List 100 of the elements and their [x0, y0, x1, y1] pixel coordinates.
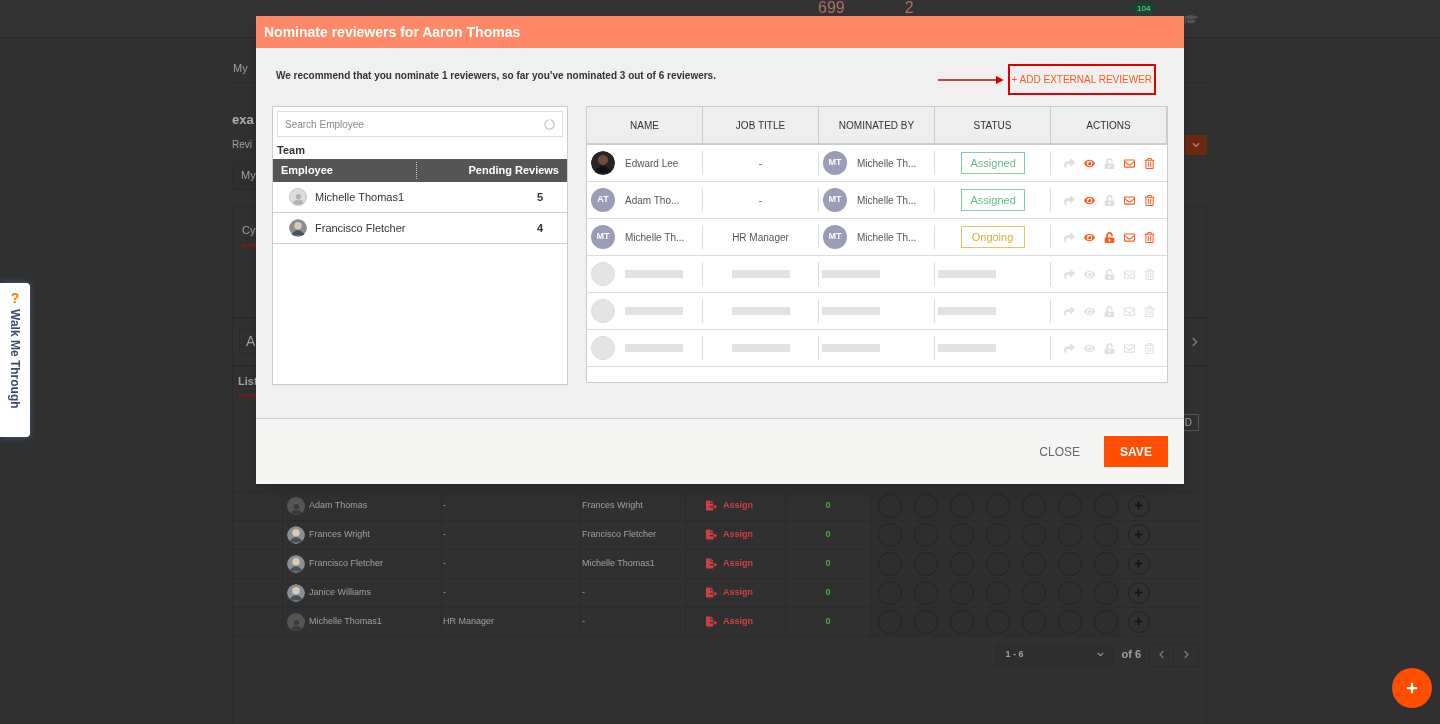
- count: 0: [825, 556, 831, 570]
- recommendation-text: We recommend that you nominate 1 reviewers, so far you’ve nominated 3 out of 6 reviewers.: [276, 69, 716, 83]
- mail-icon[interactable]: [1123, 194, 1135, 206]
- placeholder-bar: [938, 344, 996, 352]
- assign-link[interactable]: Assign: [723, 585, 753, 600]
- initials-avatar: AT: [591, 188, 615, 212]
- search-input[interactable]: Search Employee: [285, 116, 544, 132]
- plus-icon: [1134, 559, 1143, 568]
- placeholder-bar: [625, 307, 683, 315]
- chevron-down-icon: [1097, 651, 1105, 658]
- plus-icon: [1134, 530, 1143, 539]
- trash-icon[interactable]: [1143, 231, 1155, 243]
- page-range-select[interactable]: 1 - 6: [996, 643, 1114, 666]
- placeholder-bar: [731, 344, 790, 352]
- employee-name: Frances Wright: [309, 527, 370, 541]
- unlock-icon: [1103, 342, 1115, 354]
- trash-icon: [1143, 305, 1155, 317]
- placeholder-avatar: [591, 336, 615, 360]
- unlock-icon[interactable]: [1103, 231, 1115, 243]
- dropdown-button[interactable]: [1185, 135, 1207, 155]
- eye-icon[interactable]: [1083, 157, 1095, 169]
- placeholder-bar: [822, 270, 880, 278]
- trash-icon[interactable]: [1143, 157, 1155, 169]
- column-header: Pending Reviews: [467, 163, 559, 179]
- reviewer-name: Francisco Fletcher: [582, 527, 657, 541]
- placeholder-bar: [938, 307, 996, 315]
- forward-icon: [1063, 268, 1075, 280]
- placeholder-bar: [822, 307, 880, 315]
- chevron-right-icon: [1190, 336, 1200, 347]
- column-header: ACTIONS: [1086, 118, 1131, 133]
- employee-row[interactable]: Francisco Fletcher 4: [273, 213, 567, 244]
- mail-icon: [1123, 268, 1135, 280]
- assign-link[interactable]: Assign: [723, 614, 753, 629]
- job-title: HR Manager: [443, 614, 495, 628]
- close-button[interactable]: CLOSE: [1035, 436, 1084, 467]
- employee-name: Francisco Fletcher: [315, 220, 407, 236]
- plus-icon: [1134, 588, 1143, 597]
- job-title: -: [758, 156, 763, 171]
- mail-icon[interactable]: [1123, 231, 1135, 243]
- mail-icon[interactable]: [1123, 157, 1135, 169]
- employee-name: Michelle Thomas1: [309, 614, 382, 628]
- pending-count: 5: [536, 189, 543, 205]
- reviewer-name: Michelle Thomas1: [582, 556, 655, 570]
- eye-icon[interactable]: [1083, 231, 1095, 243]
- column-header: JOB TITLE: [735, 118, 786, 133]
- column-header: NOMINATED BY: [838, 118, 915, 133]
- job-title: HR Manager: [732, 230, 789, 245]
- count: 0: [825, 498, 831, 512]
- employee-name: Adam Thomas: [309, 498, 368, 512]
- nominator-name: Michelle Th...: [857, 193, 917, 208]
- nominator-name: Michelle Th...: [857, 230, 917, 245]
- status-badge: Assigned: [960, 188, 1025, 212]
- reviewer-name: Adam Tho...: [625, 193, 680, 208]
- eye-icon: [1083, 268, 1095, 280]
- eye-icon[interactable]: [1083, 194, 1095, 206]
- tab[interactable]: My: [233, 59, 248, 76]
- initials-avatar: MT: [823, 188, 847, 212]
- forward-icon: [1063, 342, 1075, 354]
- placeholder-bar: [731, 307, 790, 315]
- trash-icon: [1143, 268, 1155, 280]
- job-title: -: [443, 585, 446, 599]
- forward-icon: [1063, 305, 1075, 317]
- add-button[interactable]: [1392, 668, 1432, 708]
- trash-icon[interactable]: [1143, 194, 1155, 206]
- initials-avatar: MT: [823, 151, 847, 175]
- placeholder-bar: [822, 344, 880, 352]
- employee-row[interactable]: Michelle Thomas1 5: [273, 182, 567, 213]
- job-title: -: [443, 527, 446, 541]
- eye-icon: [1083, 342, 1095, 354]
- status-badge: Ongoing: [960, 225, 1025, 249]
- help-icon: ?: [10, 291, 20, 305]
- column-header: Employee: [281, 162, 417, 179]
- search-field[interactable]: Search Employee: [277, 111, 563, 137]
- assign-icon: [706, 587, 717, 598]
- eye-icon: [1083, 305, 1095, 317]
- count: 0: [825, 585, 831, 599]
- stat-number: 2: [904, 0, 914, 15]
- trash-icon: [1143, 342, 1155, 354]
- count: 0: [825, 614, 831, 628]
- loading-icon: [544, 118, 555, 130]
- plus-icon: [1134, 501, 1143, 510]
- employee-name: Michelle Thomas1: [315, 189, 406, 205]
- mail-icon: [1123, 342, 1135, 354]
- reviewer-name: -: [582, 614, 585, 628]
- modal-title: Nominate reviewers for Aaron Thomas: [264, 22, 521, 42]
- chevron-down-icon: [1192, 141, 1200, 149]
- assign-link[interactable]: Assign: [723, 527, 753, 542]
- walk-me-through-tab[interactable]: ? Walk Me Through: [0, 283, 30, 437]
- assign-link[interactable]: Assign: [723, 556, 753, 571]
- initials-avatar: MT: [823, 225, 847, 249]
- pending-count: 4: [536, 220, 543, 236]
- save-button[interactable]: SAVE: [1104, 436, 1168, 467]
- placeholder-avatar: [591, 262, 615, 286]
- add-external-reviewer-link[interactable]: + ADD EXTERNAL REVIEWER: [1007, 64, 1156, 95]
- plus-icon: [1134, 617, 1143, 626]
- stat-number: 699: [818, 0, 845, 15]
- column-header: STATUS: [973, 118, 1012, 133]
- unlock-icon: [1103, 305, 1115, 317]
- status-badge: Assigned: [960, 151, 1025, 175]
- assign-link[interactable]: Assign: [723, 498, 753, 513]
